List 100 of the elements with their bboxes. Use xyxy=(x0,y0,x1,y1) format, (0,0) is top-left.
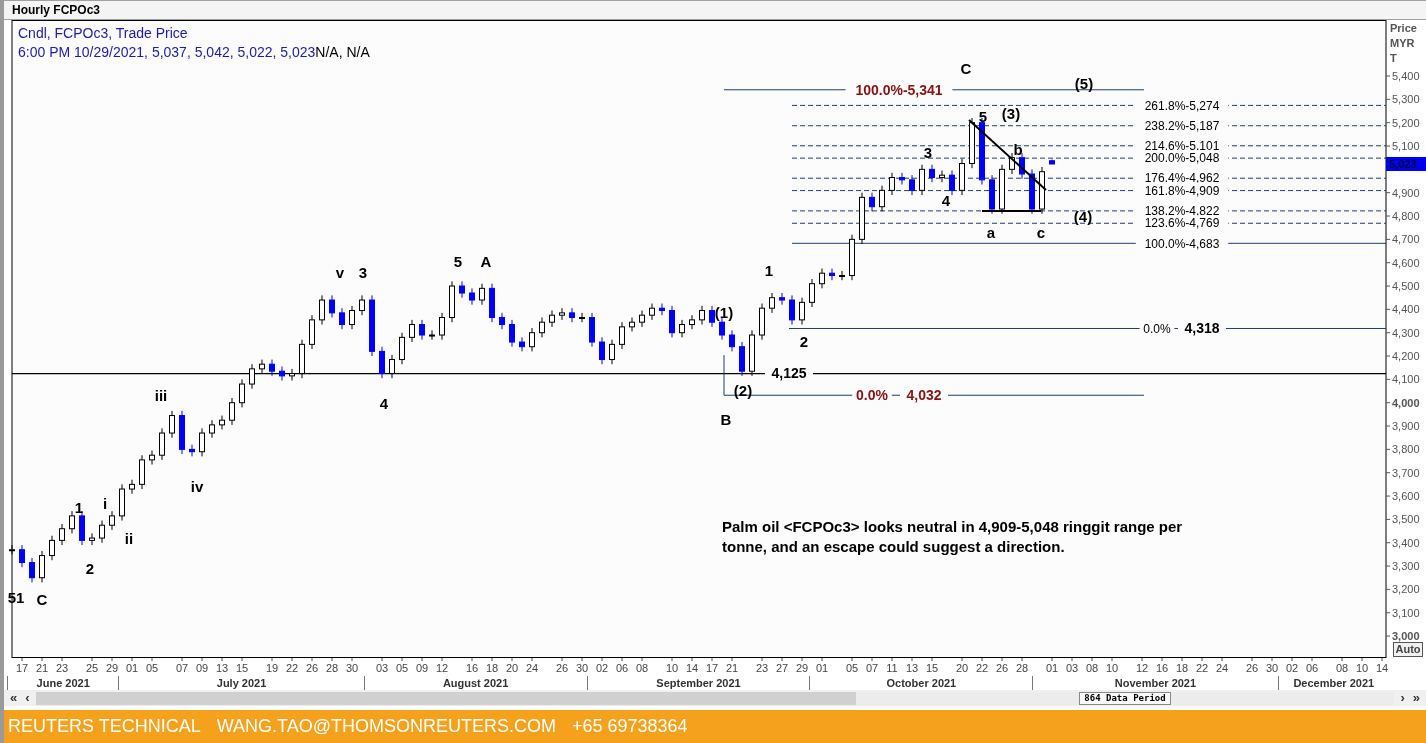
candlestick xyxy=(469,287,475,306)
candlestick xyxy=(799,297,805,326)
candlestick xyxy=(449,280,455,323)
date-tick-label: 10 xyxy=(1355,662,1369,674)
candlestick xyxy=(149,450,155,466)
date-tick-label: 10 xyxy=(665,662,679,674)
candlestick xyxy=(249,363,255,390)
chart-note: Palm oil <FCPOc3> looks neutral in 4,909-5,048 ringgit range per tonne, and an escape could suggest a direction. xyxy=(722,517,1184,557)
candlestick xyxy=(179,410,185,455)
level-label: 238.2%-5,187 xyxy=(1144,118,1220,133)
candlestick xyxy=(399,332,405,365)
date-tick-label: 19 xyxy=(265,662,279,674)
candlestick xyxy=(499,312,505,330)
wave-label: (3) xyxy=(1001,105,1021,123)
date-tick-label: 13 xyxy=(215,662,229,674)
wave-label: C xyxy=(36,591,48,609)
date-tick-label: 09 xyxy=(415,662,429,674)
legend-values: 6:00 PM 10/29/2021, 5,037, 5,042, 5,022, 5,023N/A, N/A xyxy=(18,44,370,60)
axis-tick-label: 3,300 xyxy=(1392,560,1420,573)
scroll-button[interactable]: » xyxy=(1410,691,1422,705)
candlestick xyxy=(849,234,855,281)
date-tick-label: 03 xyxy=(1065,662,1079,674)
candlestick xyxy=(589,312,595,348)
axis-tick-label: 4,600 xyxy=(1392,256,1420,269)
candlestick xyxy=(409,319,415,343)
candlestick xyxy=(989,174,995,215)
candlestick xyxy=(129,479,135,495)
candlestick xyxy=(939,170,945,183)
candlestick xyxy=(49,535,55,561)
wave-label: C xyxy=(960,60,972,78)
date-tick-label: 18 xyxy=(1175,662,1189,674)
date-tick-label: 30 xyxy=(1265,662,1279,674)
axis-title: MYR xyxy=(1390,37,1415,49)
candlestick xyxy=(889,172,895,196)
month-label: November 2021 xyxy=(1114,676,1197,690)
candlestick xyxy=(559,307,565,321)
date-tick-label: 28 xyxy=(325,662,339,674)
footer-text: WANG.TAO@THOMSONREUTERS.COM xyxy=(216,715,556,738)
candlestick xyxy=(459,280,465,299)
date-tick-label: 02 xyxy=(1285,662,1299,674)
axis-tick-label: 3,100 xyxy=(1392,606,1420,619)
level-label: 0.0% xyxy=(856,387,888,404)
legend-series: Cndl, FCPOc3, Trade Price xyxy=(18,25,188,41)
candlestick xyxy=(789,294,795,326)
auto-button[interactable]: Auto xyxy=(1393,642,1423,657)
scroll-track[interactable]: 864 Data Period xyxy=(35,691,1395,705)
candlestick xyxy=(349,305,355,330)
candlestick xyxy=(509,319,515,348)
level-label: 4,032 xyxy=(906,387,942,404)
axis-tick-label: 3,900 xyxy=(1392,420,1420,433)
date-tick-label: 08 xyxy=(635,662,649,674)
candlestick xyxy=(119,483,125,522)
axis-tick-label: 5,100 xyxy=(1392,140,1420,152)
wave-label: 1 xyxy=(764,262,774,280)
candlestick xyxy=(709,305,715,328)
wave-label: (4) xyxy=(1073,208,1093,226)
wave-label: i xyxy=(102,495,108,513)
candlestick xyxy=(89,532,95,546)
date-tick-label: 09 xyxy=(195,662,209,674)
candlestick xyxy=(809,278,815,308)
date-tick-label: 13 xyxy=(905,662,919,674)
wave-label: a xyxy=(986,223,996,241)
level-label: 4,318 xyxy=(1184,320,1220,337)
date-tick-label: 01 xyxy=(815,662,829,674)
candlestick xyxy=(749,329,755,377)
candlestick xyxy=(649,303,655,321)
scroll-button[interactable]: « xyxy=(8,691,20,705)
date-tick-label: 18 xyxy=(485,662,499,674)
axis-tick-label: 3,200 xyxy=(1392,583,1420,596)
wave-label: 2 xyxy=(85,560,95,578)
wave-label: 3 xyxy=(358,264,368,282)
date-tick-label: 24 xyxy=(1215,662,1229,674)
level-label: 214.6%-5,101 xyxy=(1144,139,1220,153)
wave-label: c xyxy=(1036,223,1046,241)
date-tick-label: 26 xyxy=(555,662,569,674)
axis-tick-label: 3,600 xyxy=(1392,490,1420,503)
scroll-button[interactable]: › xyxy=(1398,691,1407,705)
candlestick xyxy=(869,192,875,212)
candlestick xyxy=(429,329,435,341)
candlestick xyxy=(949,170,955,196)
date-tick-label: 17 xyxy=(705,662,719,674)
candlestick xyxy=(19,544,25,568)
candlestick xyxy=(629,317,635,333)
level-label: 161.8%-4,909 xyxy=(1144,183,1220,198)
month-label: August 2021 xyxy=(442,676,509,690)
candlestick xyxy=(369,294,375,357)
wave-label: 4 xyxy=(379,395,389,413)
candlestick xyxy=(339,307,345,330)
date-tick-label: 26 xyxy=(305,662,319,674)
date-tick-label: 20 xyxy=(505,662,519,674)
candlestick xyxy=(329,294,335,319)
scroll-button[interactable]: ‹ xyxy=(23,691,32,705)
candlestick xyxy=(319,294,325,326)
date-tick-label: 30 xyxy=(345,662,359,674)
candlestick xyxy=(309,314,315,350)
candlestick xyxy=(489,283,495,323)
wave-label: 4 xyxy=(941,192,951,210)
axis-tick-label: 4,400 xyxy=(1392,303,1420,316)
candlestick xyxy=(679,319,685,338)
date-tick-label: 16 xyxy=(1155,662,1169,674)
